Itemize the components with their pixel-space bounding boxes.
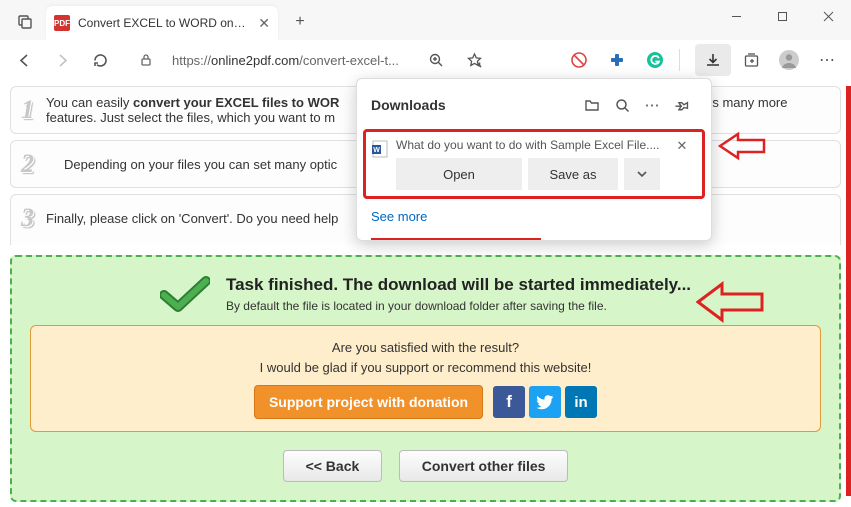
extension-grammarly-icon[interactable] [637,44,673,76]
tab-title: Convert EXCEL to WORD online & [78,16,248,30]
twitter-icon[interactable] [529,386,561,418]
downloads-button[interactable] [695,44,731,76]
close-button[interactable] [805,0,851,32]
recommend-text: I would be glad if you support or recomm… [43,358,808,378]
step-number: 1 [21,95,34,125]
new-tab-button[interactable]: + [286,8,314,36]
forward-button [44,44,80,76]
maximize-button[interactable] [759,0,805,32]
step-text: Depending on your files you can set many… [46,157,337,172]
titlebar: PDF Convert EXCEL to WORD online & ✕ + [0,0,851,40]
download-item-highlight: W What do you want to do with Sample Exc… [363,129,705,199]
download-item: W What do you want to do with Sample Exc… [372,138,696,190]
donate-button[interactable]: Support project with donation [254,385,483,419]
checkmark-icon [160,275,210,311]
satisfied-text: Are you satisfied with the result? [43,338,808,358]
browser-toolbar: https://online2pdf.com/convert-excel-t..… [0,40,851,80]
step-number: 3 [21,203,34,233]
back-button-page[interactable]: << Back [283,450,383,482]
window-controls [713,0,851,32]
extension-gear-icon[interactable] [599,44,635,76]
download-question: What do you want to do with Sample Excel… [396,138,660,152]
finished-sub: By default the file is located in your d… [226,299,691,313]
menu-button[interactable]: ⋯ [809,44,845,76]
refresh-button[interactable] [82,44,118,76]
downloads-panel: Downloads ⋯ W What do you want to do wit… [356,78,712,241]
save-as-button[interactable]: Save as [528,158,618,190]
dismiss-icon[interactable]: ✕ [668,138,696,154]
tab-actions-button[interactable] [8,4,42,38]
tab-close-icon[interactable]: ✕ [258,15,270,32]
browser-tab[interactable]: PDF Convert EXCEL to WORD online & ✕ [46,6,278,40]
downloads-title: Downloads [371,97,577,113]
word-file-icon: W [372,140,388,158]
collections-button[interactable] [733,44,769,76]
support-panel: Are you satisfied with the result? I wou… [30,325,821,432]
site-info-button[interactable] [128,44,164,76]
scrollbar-indicator [846,86,851,496]
extension-adblock-icon[interactable] [561,44,597,76]
profile-button[interactable] [771,44,807,76]
finished-heading: Task finished. The download will be star… [226,275,691,295]
step-number: 2 [21,149,34,179]
url-text: https://online2pdf.com/convert-excel-t..… [172,53,399,68]
zoom-button[interactable] [418,44,454,76]
more-icon[interactable]: ⋯ [637,91,667,119]
save-as-dropdown[interactable] [624,158,660,190]
annotation-arrow-top [718,128,766,164]
facebook-icon[interactable]: f [493,386,525,418]
step-text: Finally, please click on 'Convert'. Do y… [46,211,338,226]
favorites-button[interactable] [456,44,492,76]
pin-icon[interactable] [667,91,697,119]
linkedin-icon[interactable]: in [565,386,597,418]
see-more-link[interactable]: See more [357,199,711,238]
open-button[interactable]: Open [396,158,522,190]
address-bar[interactable]: https://online2pdf.com/convert-excel-t..… [166,45,416,75]
annotation-underline [371,238,541,240]
tab-favicon: PDF [54,15,70,31]
svg-text:W: W [373,147,380,154]
convert-other-button[interactable]: Convert other files [399,450,569,482]
open-folder-icon[interactable] [577,91,607,119]
minimize-button[interactable] [713,0,759,32]
search-icon[interactable] [607,91,637,119]
back-button[interactable] [6,44,42,76]
annotation-arrow-bottom [696,280,766,324]
